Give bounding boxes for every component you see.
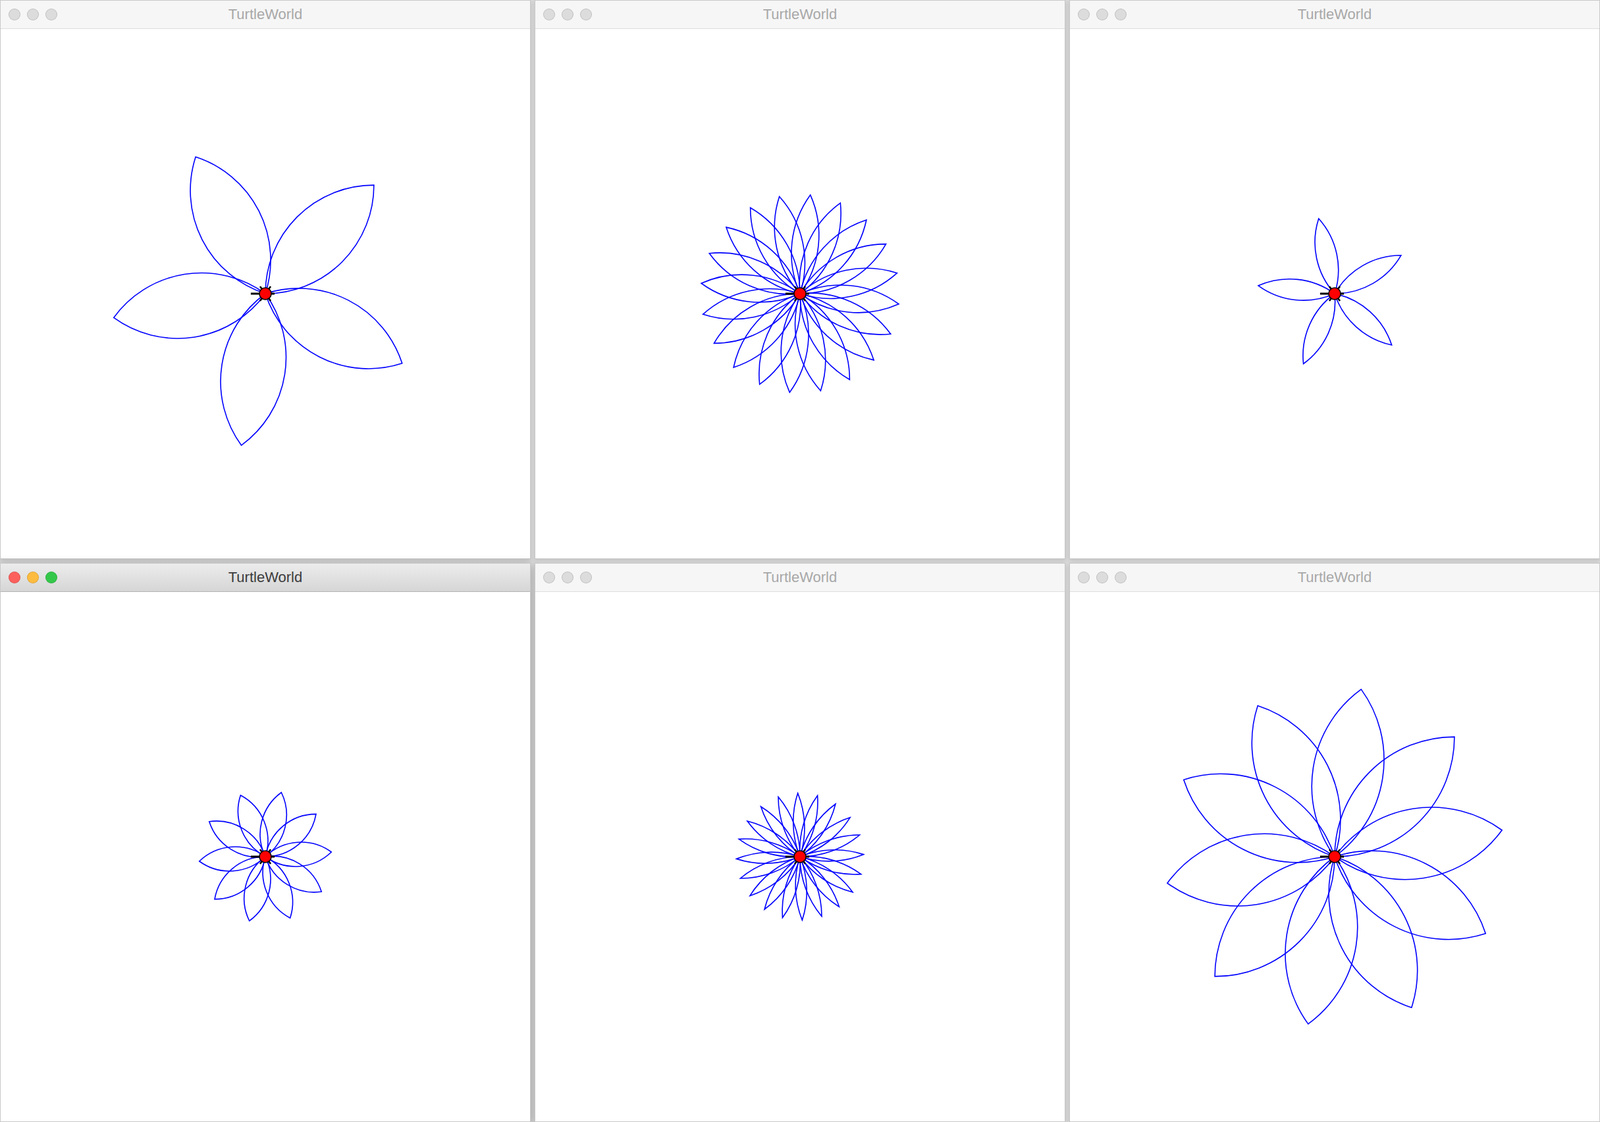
turtle-canvas [1069,28,1600,559]
flower-drawing [1069,28,1600,559]
turtle-icon [250,849,275,864]
petal [733,293,800,368]
window-controls [1077,563,1127,592]
close-button[interactable] [543,8,556,21]
title-bar[interactable]: TurtleWorld [535,563,1065,592]
window-controls [543,0,592,29]
window-title: TurtleWorld [1297,5,1372,24]
petal [791,194,820,294]
desktop: TurtleWorld TurtleWorld TurtleWorld TurtleW… [0,0,1600,1122]
minimize-button[interactable] [1096,8,1109,21]
zoom-button[interactable] [1114,571,1127,584]
turtle-canvas [535,28,1065,559]
petal [800,285,899,313]
petal [244,856,271,922]
turtle-icon [1320,849,1344,864]
turtle-canvas [535,591,1065,1122]
petal [709,252,800,295]
zoom-button[interactable] [580,571,592,584]
minimize-button[interactable] [26,8,39,21]
petal [800,293,891,335]
close-button[interactable] [8,571,21,584]
turtle-window[interactable]: TurtleWorld [534,0,1066,560]
petal [726,227,800,294]
title-bar[interactable]: TurtleWorld [1069,563,1600,592]
petal [265,185,374,294]
petal [800,293,874,361]
petal [265,288,403,369]
turtle-canvas [1069,591,1600,1122]
turtle-icon [785,286,810,301]
petal [800,850,864,862]
minimize-button[interactable] [1096,571,1109,584]
turtle-icon [785,849,810,864]
turtle-window[interactable]: TurtleWorld [1069,0,1600,560]
petal [199,846,266,872]
close-button[interactable] [1077,8,1090,21]
flower-drawing [0,28,531,559]
zoom-button[interactable] [45,8,58,21]
window-controls [8,563,58,592]
zoom-button[interactable] [580,8,592,21]
flower-drawing [535,591,1065,1122]
window-controls [543,563,592,592]
petal [800,267,897,299]
minimize-button[interactable] [26,571,39,584]
petal [703,289,800,320]
flower-drawing [0,591,531,1122]
petal [1334,736,1455,857]
flower-drawing [535,28,1065,559]
close-button[interactable] [543,571,556,584]
flower-drawing [1069,591,1600,1122]
window-controls [8,0,58,29]
petal [759,293,801,385]
window-title: TurtleWorld [763,5,837,24]
turtle-window[interactable]: TurtleWorld [1069,562,1600,1122]
title-bar[interactable]: TurtleWorld [0,563,531,592]
petal [1334,255,1402,294]
petal [265,842,332,867]
title-bar[interactable]: TurtleWorld [1069,0,1600,29]
petal [1334,293,1392,346]
minimize-button[interactable] [561,8,574,21]
window-title: TurtleWorld [1297,568,1372,587]
petal [795,293,826,391]
petal [1167,833,1335,907]
window-title: TurtleWorld [228,568,303,587]
turtle-icon [250,286,275,301]
title-bar[interactable]: TurtleWorld [535,0,1065,29]
window-title: TurtleWorld [763,568,837,587]
petal [1214,856,1335,977]
turtle-canvas [0,591,531,1122]
petal [260,792,287,857]
turtle-window[interactable]: TurtleWorld [0,0,531,560]
petal [701,274,800,303]
title-bar[interactable]: TurtleWorld [0,0,531,29]
window-title: TurtleWorld [228,5,303,24]
window-controls [1077,0,1127,29]
petal [113,273,266,339]
zoom-button[interactable] [1114,8,1127,21]
petal [1303,293,1336,364]
close-button[interactable] [8,8,21,21]
turtle-canvas [0,28,531,559]
zoom-button[interactable] [45,571,58,584]
petal [1314,218,1339,294]
turtle-window[interactable]: TurtleWorld [534,562,1066,1122]
petal [774,196,805,294]
petal [780,293,809,393]
turtle-icon [1320,286,1344,301]
close-button[interactable] [1077,571,1090,584]
petal [1258,279,1335,301]
minimize-button[interactable] [561,571,574,584]
turtle-window[interactable]: TurtleWorld [0,562,531,1122]
petal [800,219,867,294]
petal [1334,807,1502,880]
